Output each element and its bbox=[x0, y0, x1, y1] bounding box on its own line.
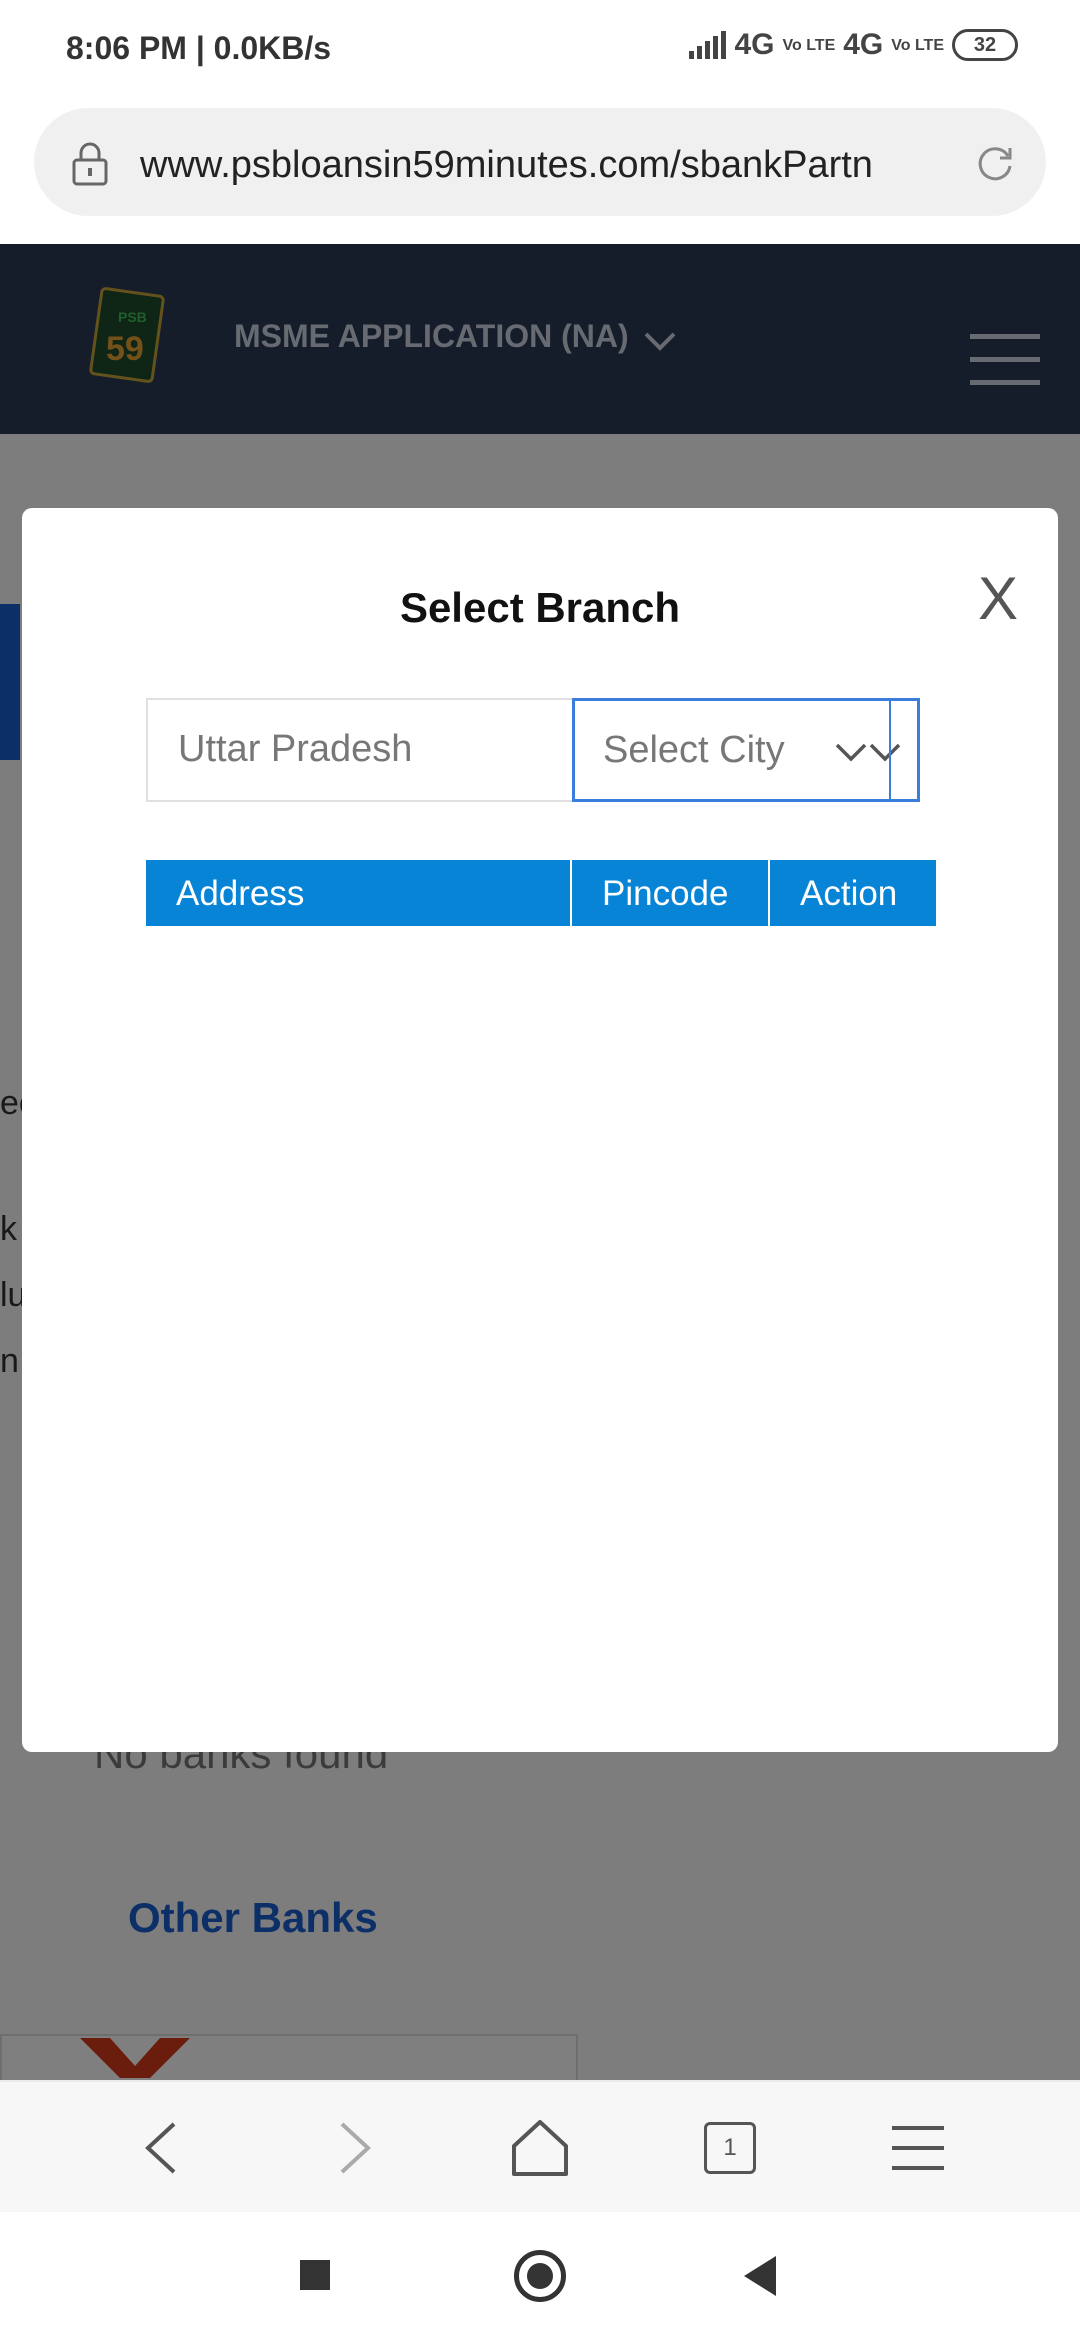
column-header-pincode: Pincode bbox=[572, 860, 770, 926]
home-icon[interactable] bbox=[510, 2118, 570, 2178]
select-branch-modal: Select Branch X Uttar Pradesh Select Cit… bbox=[22, 508, 1058, 1752]
home-circle-icon[interactable] bbox=[514, 2250, 566, 2302]
recent-apps-icon[interactable] bbox=[300, 2260, 330, 2290]
url-text[interactable]: www.psbloansin59minutes.com/sbankPartn bbox=[140, 144, 960, 187]
status-time: 8:06 PM | 0.0KB/s bbox=[66, 30, 332, 66]
branch-table-header: Address Pincode Action bbox=[146, 860, 936, 926]
status-bar: 8:06 PM | 0.0KB/s 4G Vo LTE 4G Vo LTE 32 bbox=[0, 0, 1080, 100]
select-divider bbox=[889, 701, 891, 799]
reload-icon[interactable] bbox=[974, 142, 1016, 184]
modal-title: Select Branch bbox=[399, 584, 681, 631]
browser-toolbar: 1 bbox=[0, 2080, 1080, 2212]
network-type-1: 4G bbox=[734, 28, 775, 61]
back-icon[interactable] bbox=[134, 2118, 194, 2178]
battery-icon: 32 bbox=[952, 29, 1018, 61]
lock-icon bbox=[72, 142, 108, 186]
system-back-icon[interactable] bbox=[744, 2256, 776, 2296]
network-type-2: 4G bbox=[843, 28, 884, 61]
system-navigation-bar bbox=[0, 2212, 1080, 2340]
city-select-placeholder: Select City bbox=[603, 729, 785, 771]
city-select[interactable]: Select City bbox=[572, 698, 920, 802]
column-header-address: Address bbox=[146, 860, 572, 926]
volte-label-2: Vo LTE bbox=[891, 36, 944, 54]
address-bar[interactable]: www.psbloansin59minutes.com/sbankPartn bbox=[34, 108, 1046, 216]
menu-icon[interactable] bbox=[888, 2118, 948, 2178]
signal-icon bbox=[689, 31, 727, 59]
state-field[interactable]: Uttar Pradesh bbox=[146, 698, 576, 802]
close-button[interactable]: X bbox=[978, 564, 1018, 633]
status-icons: 4G Vo LTE 4G Vo LTE 32 bbox=[689, 28, 1018, 62]
chevron-down-icon bbox=[835, 743, 901, 762]
tabs-button[interactable]: 1 bbox=[704, 2122, 756, 2174]
column-header-action: Action bbox=[800, 874, 898, 913]
volte-label-1: Vo LTE bbox=[782, 36, 836, 54]
forward-icon[interactable] bbox=[322, 2118, 382, 2178]
